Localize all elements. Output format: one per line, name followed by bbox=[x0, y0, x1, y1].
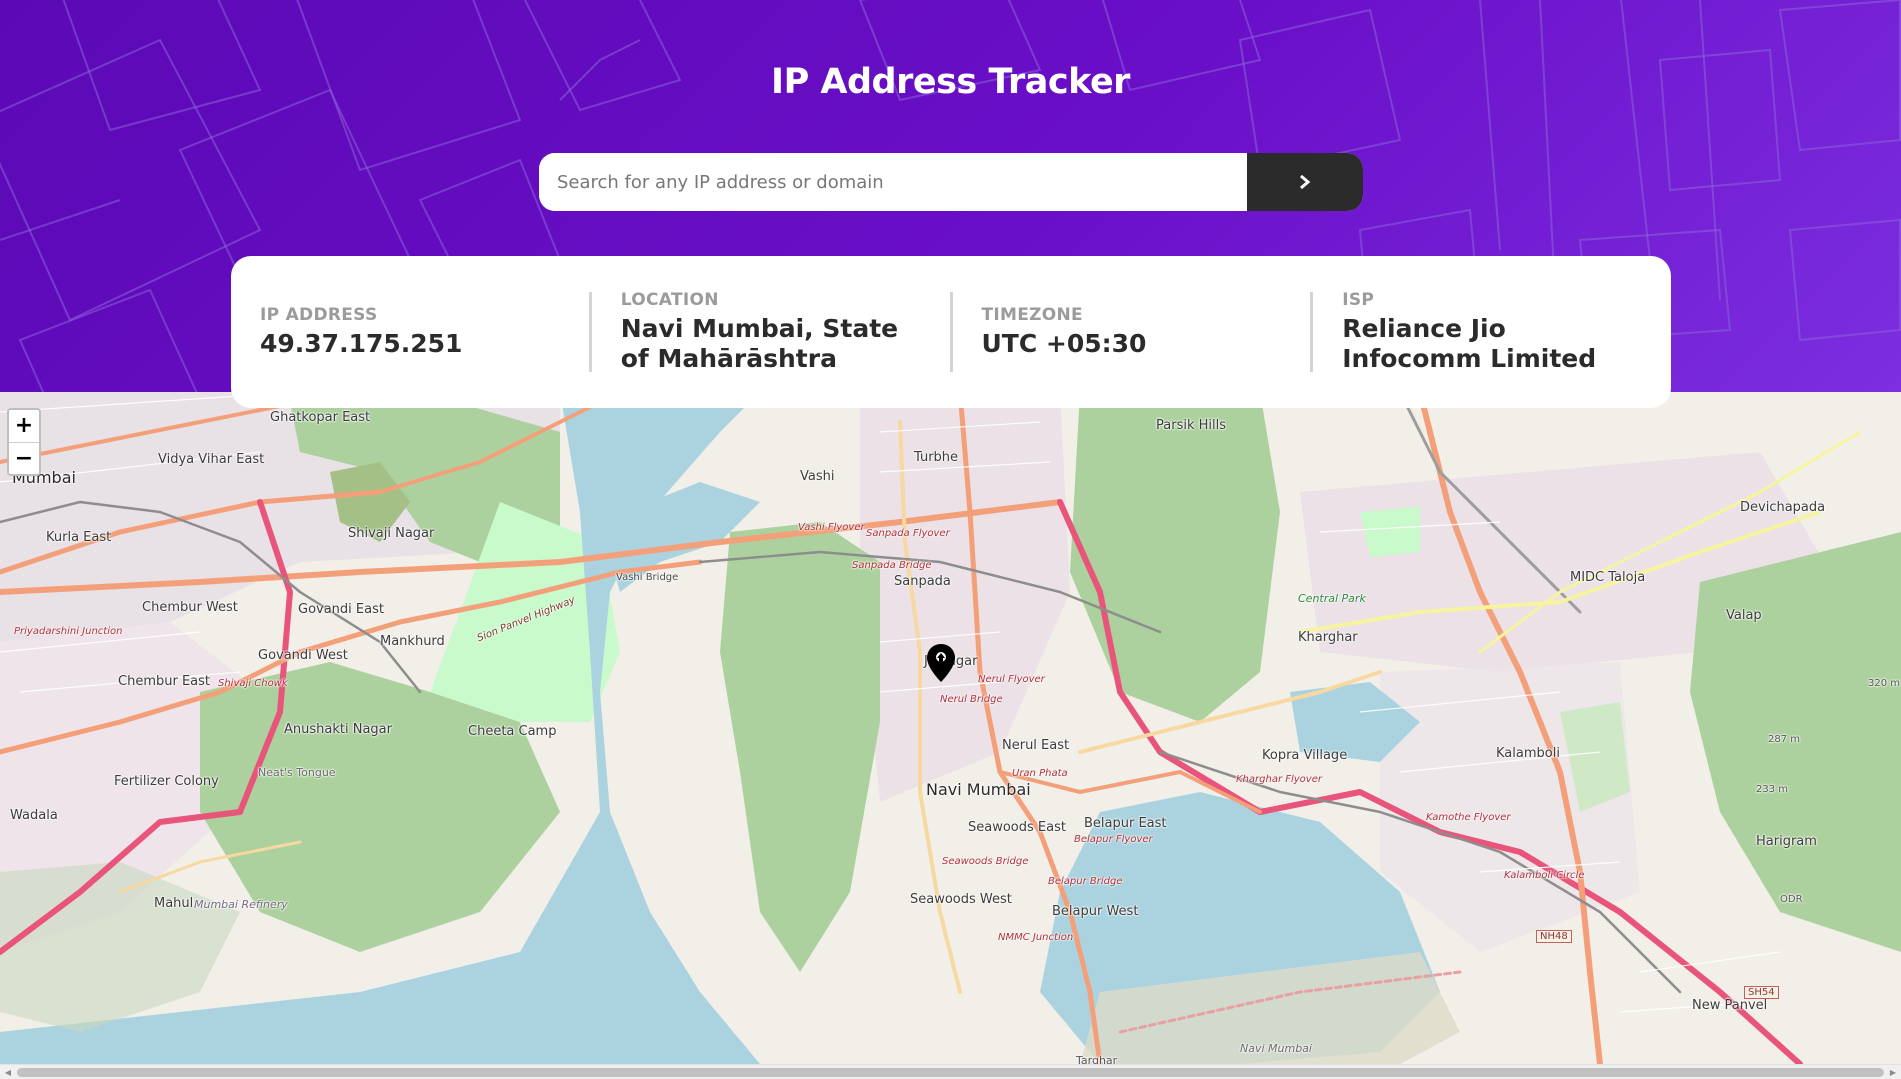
map-label: Belapur Bridge bbox=[1048, 876, 1123, 887]
zoom-control: + − bbox=[7, 408, 41, 476]
map-label: 287 m bbox=[1768, 734, 1801, 745]
map-label: Vashi Bridge bbox=[616, 572, 679, 583]
chevron-right-icon bbox=[1300, 174, 1311, 190]
map-label: New Panvel bbox=[1692, 998, 1768, 1013]
map-label: Targhar bbox=[1076, 1054, 1118, 1064]
search-submit-button[interactable] bbox=[1247, 153, 1363, 211]
map-label: MIDC Taloja bbox=[1570, 570, 1646, 585]
map-label: Shivaji Nagar bbox=[348, 526, 435, 541]
map-label: Kharghar Flyover bbox=[1236, 774, 1322, 785]
page-title: IP Address Tracker bbox=[771, 62, 1130, 102]
map-label: Kopra Village bbox=[1262, 748, 1348, 763]
map-label: Seawoods Bridge bbox=[942, 856, 1029, 867]
search-bar bbox=[539, 153, 1363, 211]
map-label: Kamothe Flyover bbox=[1426, 812, 1511, 823]
info-label: LOCATION bbox=[620, 290, 719, 310]
map-label: Anushakti Nagar bbox=[284, 722, 392, 737]
map-label: Belapur West bbox=[1052, 904, 1139, 919]
map-label: Vashi bbox=[800, 469, 835, 484]
info-value: Navi Mumbai, State of Mahārāshtra bbox=[620, 314, 899, 373]
zoom-out-button[interactable]: − bbox=[9, 442, 39, 474]
map-label: Navi Mumbai bbox=[1240, 1042, 1312, 1055]
map-label: Ghatkopar East bbox=[270, 410, 371, 425]
map-label: Kalamboli Circle bbox=[1504, 870, 1585, 881]
scroll-left-icon[interactable]: ◀ bbox=[2, 1067, 14, 1078]
map-label: Navi Mumbai bbox=[926, 780, 1031, 799]
info-location: LOCATION Navi Mumbai, State of Mahārāsht… bbox=[588, 290, 950, 373]
search-input[interactable] bbox=[539, 153, 1247, 211]
map-label: Kharghar bbox=[1298, 630, 1358, 645]
info-value: 49.37.175.251 bbox=[260, 329, 463, 358]
map-label: Devichapada bbox=[1740, 500, 1826, 515]
map-label: Vidya Vihar East bbox=[158, 452, 265, 467]
map-label: Uran Phata bbox=[1012, 768, 1068, 779]
map-label: Mumbai Refinery bbox=[194, 898, 288, 911]
map-label: Harigram bbox=[1756, 834, 1817, 849]
scrollbar-thumb[interactable] bbox=[17, 1068, 1884, 1077]
map-label: Sanpada bbox=[894, 574, 951, 589]
info-panel: IP ADDRESS 49.37.175.251 LOCATION Navi M… bbox=[231, 256, 1671, 408]
info-isp: ISP Reliance Jio Infocomm Limited bbox=[1310, 290, 1671, 373]
map-label: Sanpada Flyover bbox=[866, 528, 950, 539]
map-label: Belapur Flyover bbox=[1074, 834, 1153, 845]
map-label: Priyadarshini Junction bbox=[14, 626, 123, 637]
map-label: Seawoods East bbox=[968, 820, 1066, 835]
map-label: Cheeta Camp bbox=[468, 724, 557, 739]
map-label: NMMC Junction bbox=[998, 932, 1074, 943]
info-label: TIMEZONE bbox=[981, 305, 1083, 325]
location-pin-icon[interactable] bbox=[926, 643, 956, 683]
map[interactable]: Ghatkopar East Vidya Vihar East Mumbai K… bbox=[0, 392, 1901, 1064]
map-label: Nerul Bridge bbox=[940, 694, 1003, 705]
map-label: Chembur West bbox=[142, 600, 238, 615]
map-label: Shivaji Chowk bbox=[218, 678, 288, 689]
map-label: Govandi East bbox=[298, 602, 384, 617]
map-label: Govandi West bbox=[258, 648, 348, 663]
map-label: SH54 bbox=[1744, 986, 1779, 999]
map-label: 233 m bbox=[1756, 784, 1789, 795]
map-label: Kalamboli bbox=[1496, 746, 1560, 761]
map-label: Wadala bbox=[10, 808, 58, 823]
map-label: Turbhe bbox=[914, 450, 959, 465]
map-label: Sanpada Bridge bbox=[852, 560, 932, 571]
info-timezone: TIMEZONE UTC +05:30 bbox=[949, 292, 1311, 372]
map-label: Nerul Flyover bbox=[978, 674, 1045, 685]
info-value: Reliance Jio Infocomm Limited bbox=[1342, 314, 1597, 373]
map-label: ODR bbox=[1780, 894, 1803, 905]
info-label: IP ADDRESS bbox=[260, 305, 378, 325]
map-label: Central Park bbox=[1298, 592, 1366, 605]
map-label: Chembur East bbox=[118, 674, 210, 689]
map-label: Seawoods West bbox=[910, 892, 1012, 907]
zoom-in-button[interactable]: + bbox=[9, 410, 39, 442]
map-label: Nerul East bbox=[1002, 738, 1070, 753]
info-value: UTC +05:30 bbox=[981, 329, 1147, 358]
horizontal-scrollbar[interactable]: ◀ ▶ bbox=[0, 1064, 1901, 1079]
map-label: Fertilizer Colony bbox=[114, 774, 219, 789]
map-label: Kurla East bbox=[46, 530, 112, 545]
scroll-right-icon[interactable]: ▶ bbox=[1887, 1067, 1899, 1078]
map-label: Valap bbox=[1726, 608, 1762, 623]
map-label: NH48 bbox=[1536, 930, 1572, 943]
map-label: Vashi Flyover bbox=[798, 522, 865, 533]
info-ip-address: IP ADDRESS 49.37.175.251 bbox=[231, 292, 589, 372]
map-label: Belapur East bbox=[1084, 816, 1167, 831]
map-label: Mankhurd bbox=[380, 634, 445, 649]
map-label: 320 m bbox=[1868, 678, 1901, 689]
map-label: Neat's Tongue bbox=[258, 766, 336, 779]
map-label: Parsik Hills bbox=[1156, 418, 1226, 433]
map-label: Mahul bbox=[154, 896, 194, 911]
info-label: ISP bbox=[1342, 290, 1375, 310]
